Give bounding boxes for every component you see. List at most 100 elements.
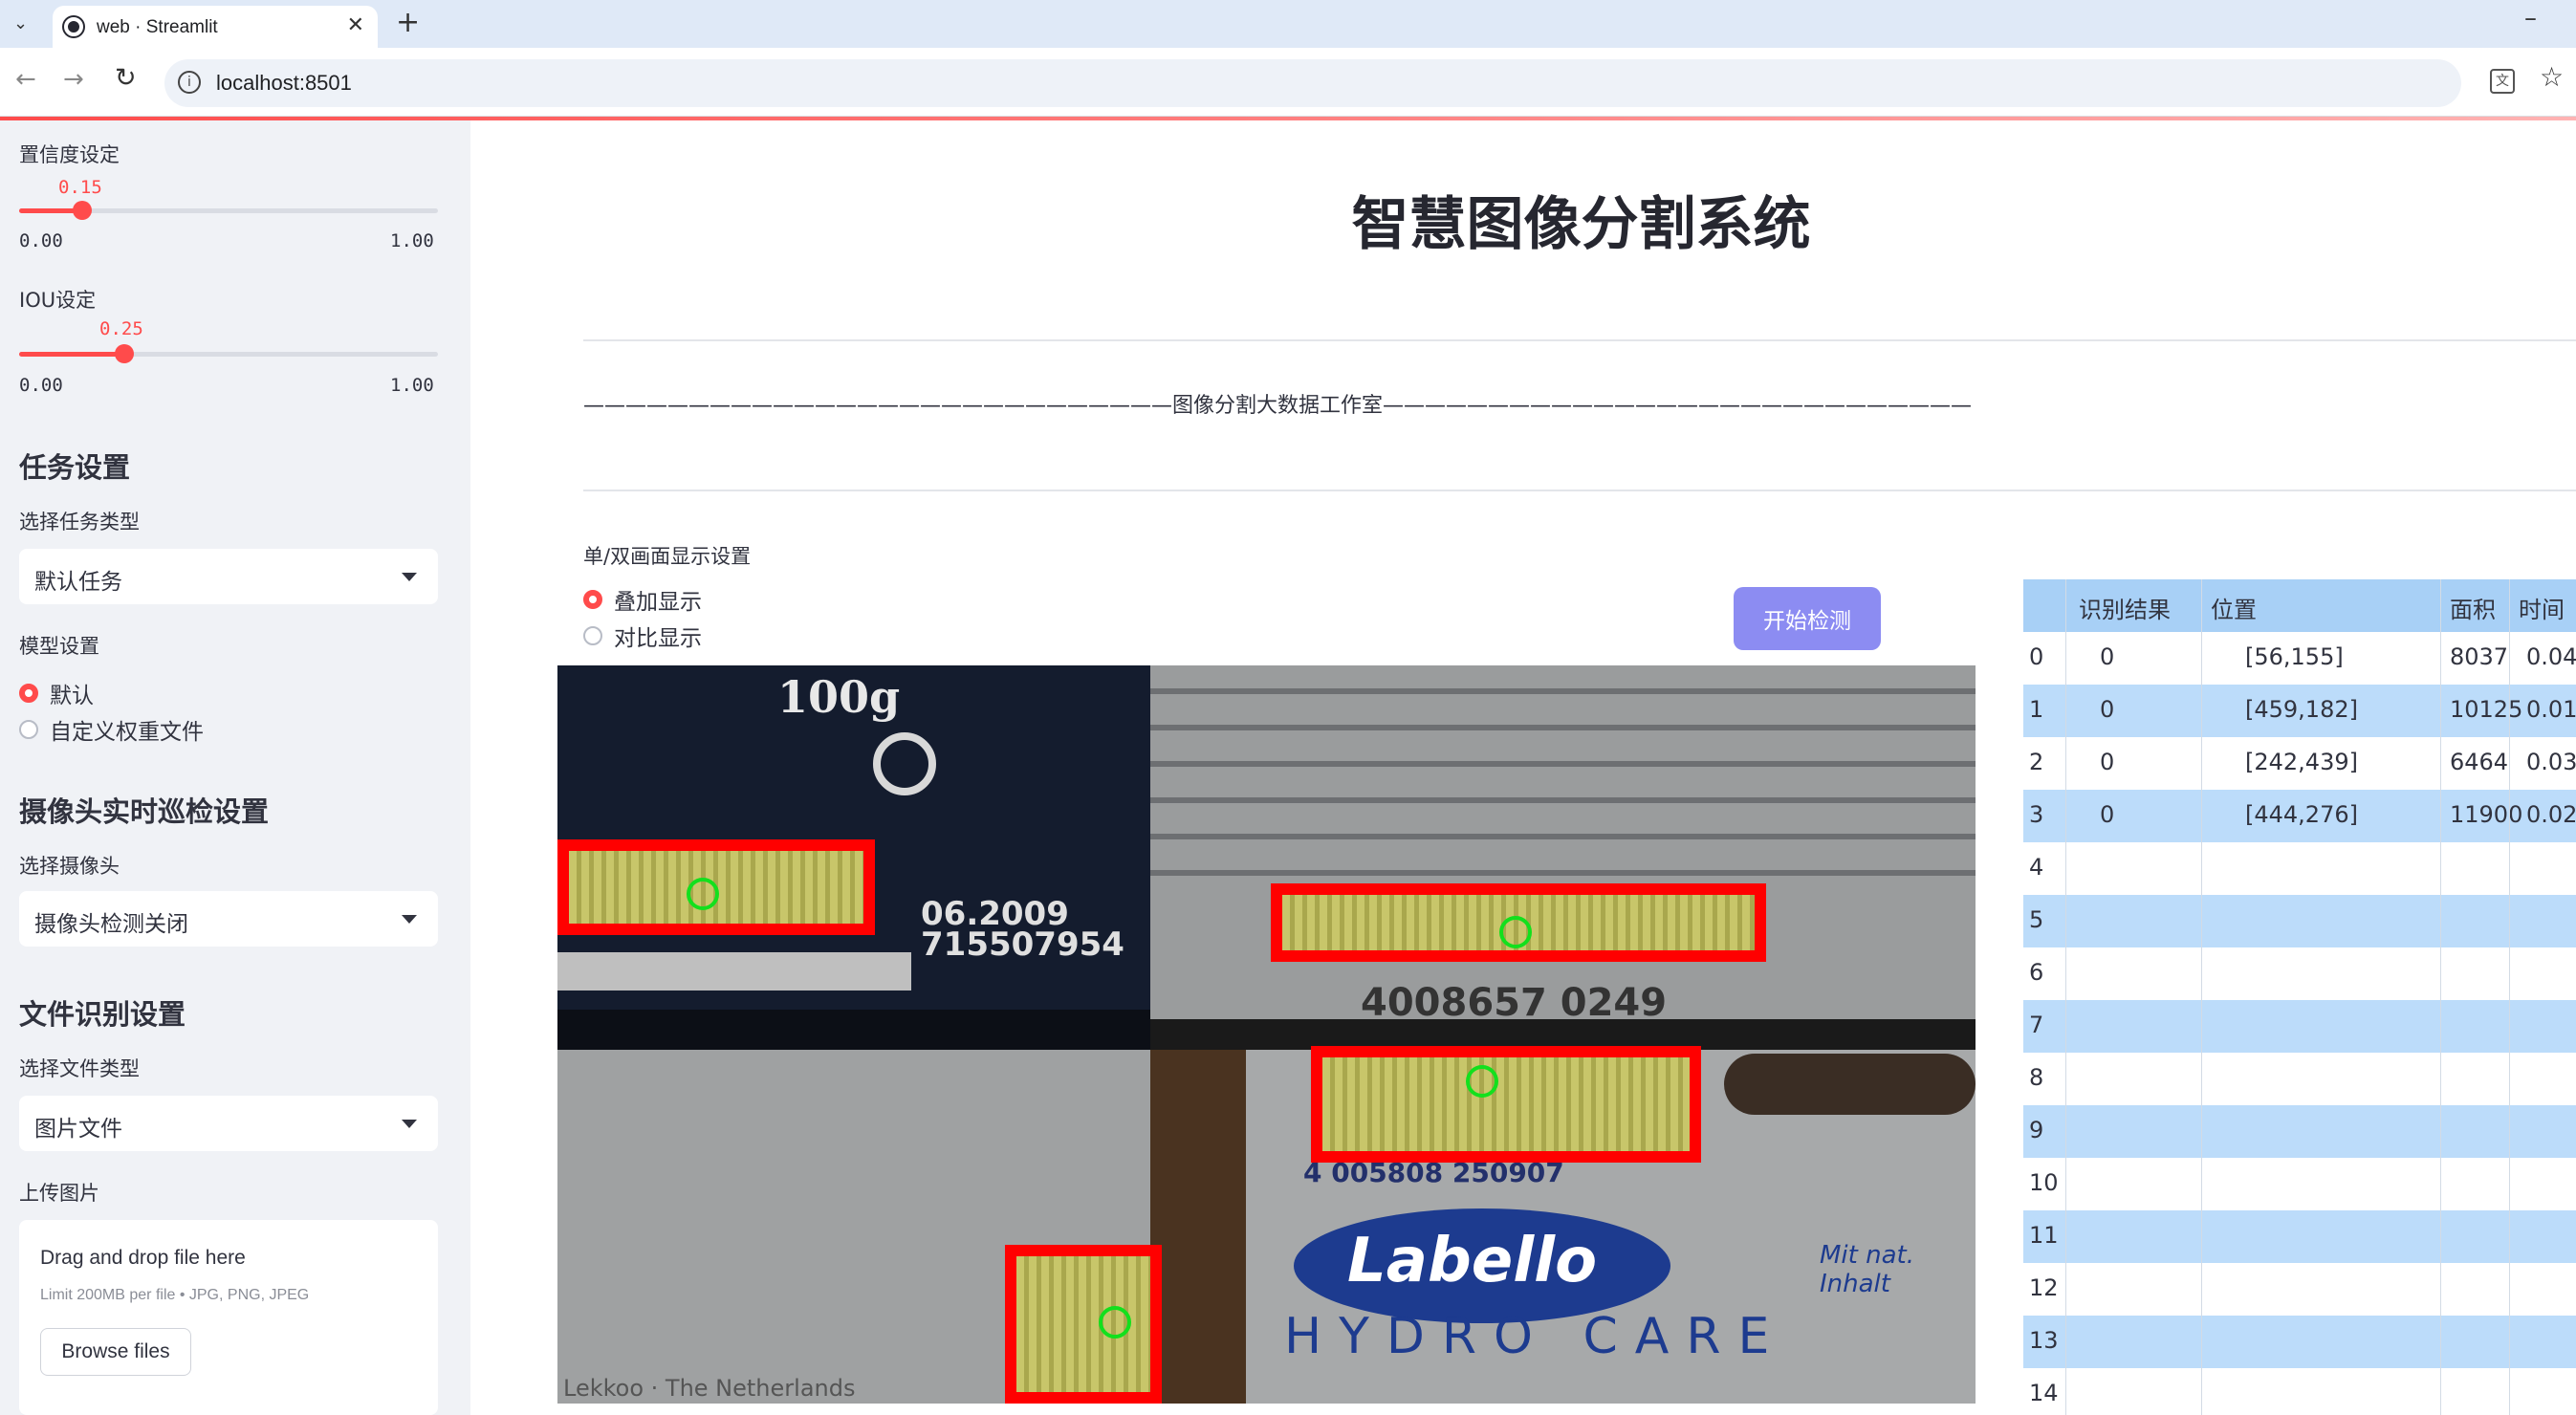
iou-slider-thumb[interactable] xyxy=(115,344,134,363)
cell-time: 0.01 xyxy=(2526,696,2576,723)
model-option-label: 自定义权重文件 xyxy=(50,720,204,745)
column-divider xyxy=(2201,579,2202,1415)
file-type-label: 选择文件类型 xyxy=(19,1057,140,1080)
table-row: 10 xyxy=(2023,1158,2576,1210)
iou-value: 0.25 xyxy=(99,318,143,339)
radio-selected-icon xyxy=(583,590,602,609)
browser-tab-bar: ⌄ web · Streamlit ✕ + – xyxy=(0,0,2576,48)
table-row: 4 xyxy=(2023,842,2576,895)
label-strip xyxy=(557,952,911,990)
detection-result-image: 100g 06.2009 715507954 4008657 0249 Lekk… xyxy=(557,665,1976,1404)
new-tab-icon[interactable]: + xyxy=(396,6,420,39)
iou-max: 1.00 xyxy=(390,375,434,396)
radio-unselected-icon xyxy=(583,626,602,645)
model-radio-custom[interactable]: 自定义权重文件 xyxy=(19,713,204,746)
dark-blob xyxy=(1724,1054,1976,1115)
cell-position: [242,439] xyxy=(2245,749,2358,775)
image-text: Mit nat. Inhalt xyxy=(1820,1241,1914,1298)
column-header: 时间 xyxy=(2519,597,2565,623)
cell-result: 0 xyxy=(2100,749,2115,775)
browse-files-button[interactable]: Browse files xyxy=(40,1328,191,1376)
reload-icon[interactable]: ↻ xyxy=(115,63,137,93)
site-info-icon[interactable]: i xyxy=(178,71,201,94)
table-row: 6 xyxy=(2023,947,2576,1000)
table-row: 9 xyxy=(2023,1105,2576,1158)
iou-min: 0.00 xyxy=(19,375,63,396)
row-index: 0 xyxy=(2029,643,2044,670)
table-row: 3 0 [444,276] 11900 0.02 xyxy=(2023,790,2576,842)
chevron-down-icon xyxy=(402,1120,417,1128)
cell-area: 10125 xyxy=(2450,696,2523,723)
tab-title: web · Streamlit xyxy=(97,17,218,37)
file-type-value: 图片文件 xyxy=(34,1117,122,1142)
cell-position: [444,276] xyxy=(2245,801,2358,828)
cell-area: 8037 xyxy=(2450,643,2509,670)
confidence-min: 0.00 xyxy=(19,230,63,251)
camera-select[interactable]: 摄像头检测关闭 xyxy=(19,891,438,947)
iou-slider[interactable] xyxy=(19,344,438,363)
cell-position: [56,155] xyxy=(2245,643,2344,670)
row-index: 14 xyxy=(2029,1380,2059,1406)
confidence-slider[interactable] xyxy=(19,201,438,220)
model-label: 模型设置 xyxy=(19,635,99,658)
url-text: localhost:8501 xyxy=(216,71,352,95)
cell-result: 0 xyxy=(2100,801,2115,828)
model-option-label: 默认 xyxy=(50,684,94,708)
row-index: 4 xyxy=(2029,854,2044,881)
row-index: 13 xyxy=(2029,1327,2059,1354)
bookmark-star-icon[interactable]: ☆ xyxy=(2540,61,2564,93)
upload-label: 上传图片 xyxy=(19,1182,99,1205)
streamlit-logo-icon xyxy=(64,17,83,36)
translate-icon[interactable]: 文 xyxy=(2490,69,2515,94)
minimize-icon[interactable]: – xyxy=(2524,4,2537,33)
radio-selected-icon xyxy=(19,684,38,703)
row-index: 8 xyxy=(2029,1064,2044,1091)
dropzone-limit: Limit 200MB per file • JPG, PNG, JPEG xyxy=(40,1287,310,1303)
start-detection-button[interactable]: 开始检测 xyxy=(1734,587,1881,650)
cell-time: 0.02 xyxy=(2526,801,2576,828)
column-divider xyxy=(2440,579,2441,1415)
display-option-label: 对比显示 xyxy=(614,626,702,651)
iou-label: IOU设定 xyxy=(19,289,97,312)
tab-close-icon[interactable]: ✕ xyxy=(347,13,364,37)
browser-tab[interactable]: web · Streamlit ✕ xyxy=(53,6,378,48)
task-type-select[interactable]: 默认任务 xyxy=(19,549,438,604)
sidebar: 置信度设定 0.15 0.00 1.00 IOU设定 0.25 0.00 1.0… xyxy=(0,120,470,1415)
detection-box-4 xyxy=(1005,1245,1162,1404)
table-row: 2 0 [242,439] 6464 0.03 xyxy=(2023,737,2576,790)
confidence-label: 置信度设定 xyxy=(19,143,120,166)
table-row: 11 xyxy=(2023,1210,2576,1263)
file-type-select[interactable]: 图片文件 xyxy=(19,1096,438,1151)
row-index: 3 xyxy=(2029,801,2044,828)
confidence-value: 0.15 xyxy=(58,177,102,198)
column-divider xyxy=(2509,579,2510,1415)
dark-band xyxy=(557,1010,1150,1050)
task-type-value: 默认任务 xyxy=(34,570,122,595)
column-header: 位置 xyxy=(2211,597,2257,623)
file-dropzone[interactable]: Drag and drop file here Limit 200MB per … xyxy=(19,1220,438,1415)
results-table[interactable]: 识别结果 位置 面积 时间 0 0 [56,155] 8037 0.04 1 0 [459,182] 1… xyxy=(2023,579,2576,1415)
confidence-slider-thumb[interactable] xyxy=(73,201,92,220)
table-row: 12 xyxy=(2023,1263,2576,1316)
display-radio-compare[interactable]: 对比显示 xyxy=(583,620,702,652)
image-text: 100g xyxy=(777,671,901,723)
image-text: Labello xyxy=(1347,1226,1598,1296)
row-index: 7 xyxy=(2029,1012,2044,1038)
detection-center-2 xyxy=(1499,916,1532,948)
tab-list-chevron-icon[interactable]: ⌄ xyxy=(13,13,28,33)
page-title: 智慧图像分割系统 xyxy=(1351,191,1811,258)
model-radio-default[interactable]: 默认 xyxy=(19,677,94,709)
cell-position: [459,182] xyxy=(2245,696,2358,723)
logo-circle xyxy=(873,732,936,795)
forward-icon[interactable]: → xyxy=(63,65,84,94)
detection-box-3 xyxy=(1311,1046,1701,1163)
display-radio-overlay[interactable]: 叠加显示 xyxy=(583,583,702,616)
back-icon[interactable]: ← xyxy=(15,65,36,94)
url-field[interactable]: i localhost:8501 xyxy=(164,59,2461,107)
task-type-label: 选择任务类型 xyxy=(19,511,140,533)
image-text: Lekkoo · The Netherlands xyxy=(563,1375,856,1402)
table-row: 14 xyxy=(2023,1368,2576,1415)
row-index: 6 xyxy=(2029,959,2044,986)
table-row: 0 0 [56,155] 8037 0.04 xyxy=(2023,632,2576,685)
cell-time: 0.04 xyxy=(2526,643,2576,670)
